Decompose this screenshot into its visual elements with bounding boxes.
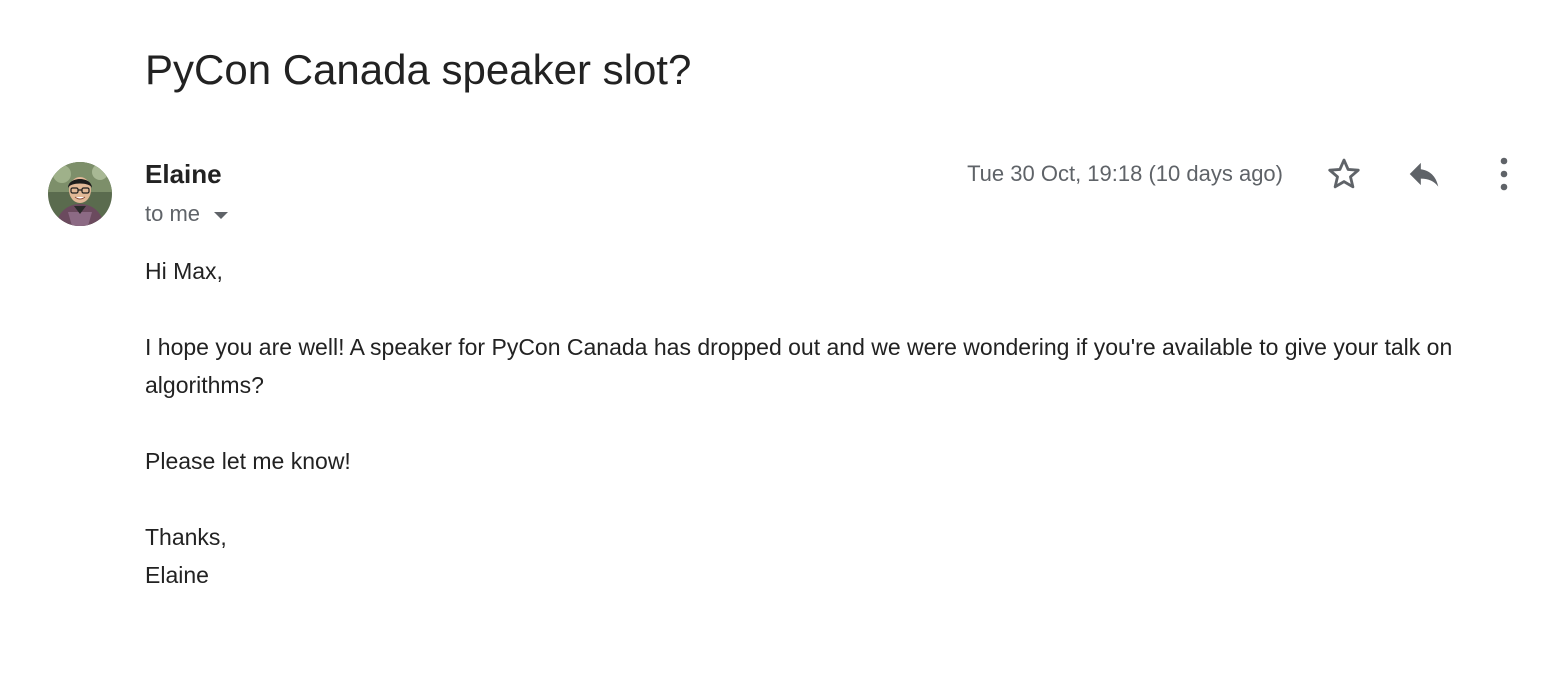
vertical-dots-icon bbox=[1500, 157, 1508, 191]
chevron-down-icon bbox=[214, 211, 229, 219]
email-timestamp: Tue 30 Oct, 19:18 (10 days ago) bbox=[967, 161, 1283, 186]
email-closing: Thanks, bbox=[145, 524, 227, 550]
email-request: Please let me know! bbox=[145, 448, 351, 474]
sender-avatar[interactable] bbox=[48, 162, 112, 226]
email-signature: Elaine bbox=[145, 562, 209, 588]
star-button[interactable] bbox=[1322, 152, 1366, 196]
email-paragraph: I hope you are well! A speaker for PyCon… bbox=[145, 334, 1453, 398]
email-subject: PyCon Canada speaker slot? bbox=[145, 46, 692, 93]
sender-name[interactable]: Elaine bbox=[145, 158, 222, 190]
email-body: Hi Max, I hope you are well! A speaker f… bbox=[145, 252, 1515, 594]
reply-button[interactable] bbox=[1402, 152, 1446, 196]
star-outline-icon bbox=[1328, 158, 1360, 189]
more-options-button[interactable] bbox=[1482, 152, 1526, 196]
recipient-details-toggle[interactable]: to me bbox=[145, 200, 229, 228]
reply-arrow-icon bbox=[1409, 162, 1439, 187]
recipient-label: to me bbox=[145, 201, 201, 226]
avatar-photo-icon bbox=[48, 162, 112, 226]
email-greeting: Hi Max, bbox=[145, 258, 223, 284]
